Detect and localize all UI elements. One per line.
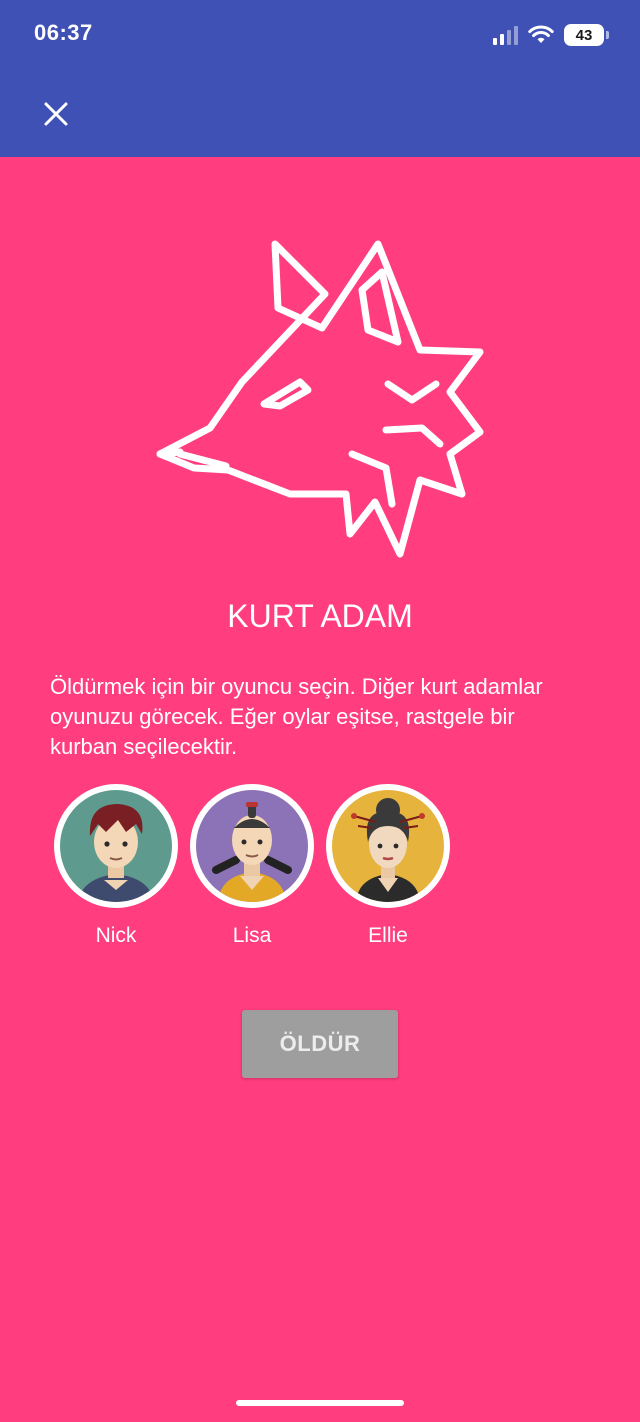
wifi-icon [528, 25, 554, 43]
player-name: Nick [95, 924, 137, 947]
wolf-head-icon [156, 240, 484, 558]
status-icons: 43 [493, 22, 609, 48]
cellular-signal-icon [493, 25, 518, 45]
role-title: KURT ADAM [227, 598, 413, 634]
avatar-geisha-icon [332, 790, 444, 902]
avatar-man-red-hair-icon [60, 790, 172, 902]
player-card[interactable]: Nick [54, 784, 178, 948]
player-card[interactable]: Lisa [190, 784, 314, 948]
role-instructions: Öldürmek için bir oyuncu seçin. Diğer ku… [50, 674, 543, 759]
battery-level: 43 [575, 26, 593, 44]
close-button[interactable] [36, 94, 76, 134]
player-list: Nick Lisa Ellie [54, 784, 450, 948]
battery-icon: 43 [564, 24, 609, 46]
status-time: 06:37 [34, 20, 93, 45]
player-avatar[interactable] [54, 784, 178, 908]
avatar-samurai-icon [196, 790, 308, 902]
app-bar: 06:37 43 [0, 0, 640, 157]
player-avatar[interactable] [326, 784, 450, 908]
close-icon [44, 102, 68, 126]
home-indicator[interactable] [236, 1400, 404, 1406]
player-name: Lisa [232, 924, 272, 947]
player-name: Ellie [368, 924, 408, 947]
player-card[interactable]: Ellie [326, 784, 450, 948]
kill-button[interactable]: ÖLDÜR [242, 1010, 398, 1078]
player-avatar[interactable] [190, 784, 314, 908]
